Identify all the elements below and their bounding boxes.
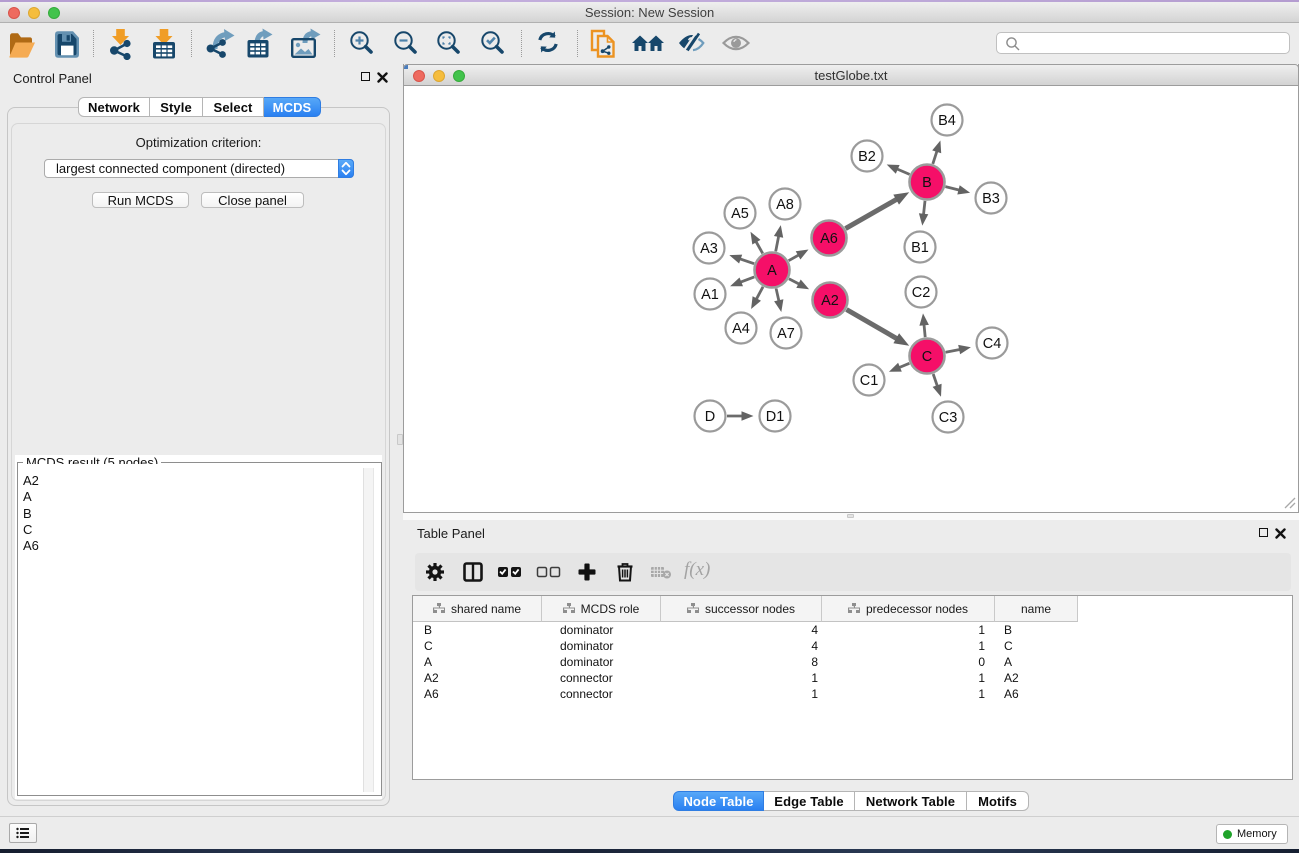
- svg-text:B3: B3: [982, 191, 1000, 207]
- svg-text:A2: A2: [821, 293, 839, 309]
- svg-text:A5: A5: [731, 206, 749, 222]
- svg-text:B: B: [922, 175, 932, 191]
- svg-text:C1: C1: [860, 373, 879, 389]
- svg-text:A6: A6: [820, 231, 838, 247]
- svg-text:B2: B2: [858, 149, 876, 165]
- svg-text:B1: B1: [911, 240, 929, 256]
- svg-text:C3: C3: [939, 410, 958, 426]
- svg-text:C2: C2: [912, 285, 931, 301]
- svg-text:A: A: [767, 263, 777, 279]
- svg-text:D1: D1: [766, 409, 785, 425]
- svg-text:A8: A8: [776, 197, 794, 213]
- svg-text:A1: A1: [701, 287, 719, 303]
- svg-text:D: D: [705, 409, 715, 425]
- svg-text:A7: A7: [777, 326, 795, 342]
- svg-text:C4: C4: [983, 336, 1002, 352]
- svg-text:B4: B4: [938, 113, 956, 129]
- svg-text:C: C: [922, 349, 932, 365]
- svg-text:A4: A4: [732, 321, 750, 337]
- svg-text:A3: A3: [700, 241, 718, 257]
